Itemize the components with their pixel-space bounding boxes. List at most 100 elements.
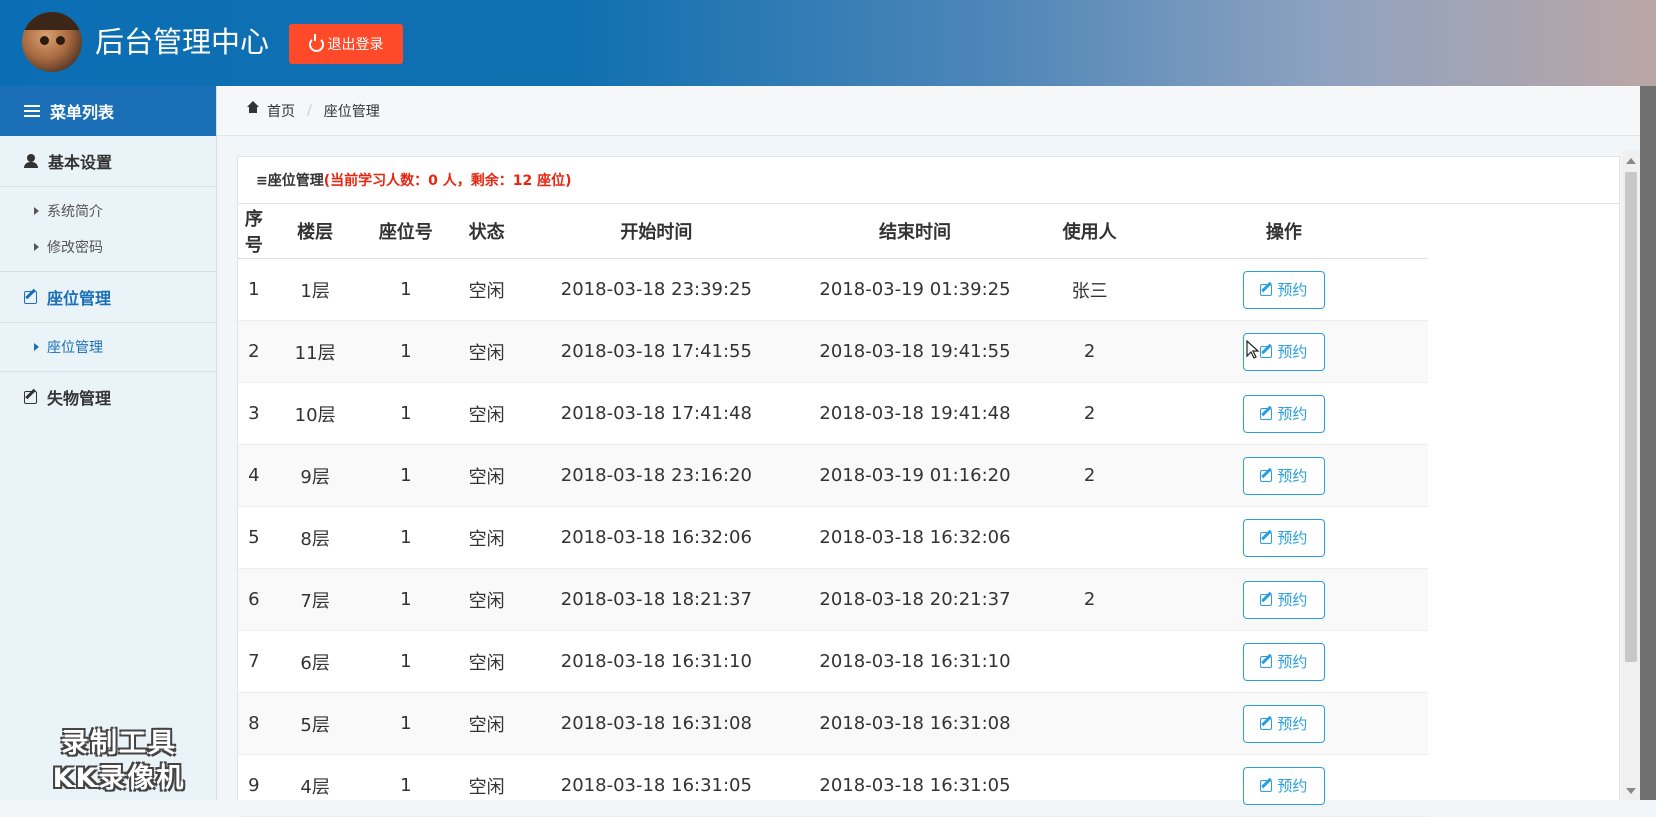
table-cell-floor: 5层	[269, 692, 361, 755]
column-header: 楼层	[269, 204, 361, 259]
table-cell-action: 预约	[1139, 444, 1428, 507]
table-cell-end: 2018-03-18 16:31:08	[790, 692, 1040, 755]
table-cell-no: 7	[238, 630, 270, 693]
table-cell-status: 空闲	[451, 320, 523, 383]
logout-label: 退出登录	[327, 37, 384, 53]
edit-icon	[1260, 593, 1273, 606]
home-icon	[247, 100, 259, 116]
table-cell-start: 2018-03-18 16:31:08	[522, 692, 791, 755]
table-cell-start: 2018-03-18 17:41:48	[522, 382, 791, 445]
table-cell-no: 9	[238, 754, 270, 817]
table-cell-user: 2	[1039, 382, 1140, 445]
table-cell-floor: 11层	[269, 320, 361, 383]
table-cell-start: 2018-03-18 17:41:55	[522, 320, 791, 383]
sidebar-group-label: 座位管理	[47, 289, 112, 308]
sidebar-item-label: 系统简介	[47, 204, 103, 220]
reserve-button[interactable]: 预约	[1242, 270, 1325, 309]
caret-right-icon	[34, 207, 39, 215]
table-cell-status: 空闲	[451, 692, 523, 755]
user-icon	[24, 154, 38, 168]
scroll-down-arrow-icon[interactable]	[1626, 788, 1636, 794]
table-row: 6 7层 1 空闲 2018-03-18 18:21:37 2018-03-18 20:2…	[238, 568, 1428, 631]
table-cell-no: 1	[238, 258, 270, 321]
reserve-button[interactable]: 预约	[1242, 456, 1325, 495]
table-row: 7 6层 1 空闲 2018-03-18 16:31:10 2018-03-18 16:3…	[238, 630, 1428, 693]
avatar	[22, 12, 82, 72]
sidebar-group-label: 失物管理	[47, 389, 112, 408]
sidebar-group-seat-management[interactable]: 座位管理	[0, 272, 216, 323]
edit-icon	[1260, 655, 1273, 668]
reserve-button[interactable]: 预约	[1242, 518, 1325, 557]
breadcrumb-home[interactable]: 首页	[267, 101, 295, 121]
table-cell-no: 8	[238, 692, 270, 755]
sidebar-group-basic-settings[interactable]: 基本设置	[0, 136, 216, 187]
table-row: 4 9层 1 空闲 2018-03-18 23:16:20 2018-03-19 01:1…	[238, 444, 1428, 507]
reserve-button[interactable]: 预约	[1242, 642, 1325, 681]
reserve-label: 预约	[1277, 591, 1308, 609]
table-cell-no: 2	[238, 320, 270, 383]
table-cell-start: 2018-03-18 18:21:37	[522, 568, 791, 631]
reserve-label: 预约	[1277, 777, 1308, 795]
scroll-thumb[interactable]	[1625, 172, 1637, 662]
mouse-cursor-icon	[1246, 340, 1260, 359]
reserve-button[interactable]: 预约	[1242, 704, 1325, 743]
column-header: 操作	[1139, 204, 1428, 259]
edit-icon	[1260, 407, 1273, 420]
table-cell-seat: 1	[360, 382, 452, 445]
column-header: 使用人	[1039, 204, 1140, 259]
edit-icon	[1260, 779, 1273, 792]
table-cell-action: 预约	[1139, 692, 1428, 755]
table-row: 8 5层 1 空闲 2018-03-18 16:31:08 2018-03-18 16:3…	[238, 692, 1428, 755]
reserve-button[interactable]: 预约	[1242, 766, 1325, 805]
edit-icon	[1260, 469, 1273, 482]
scroll-up-arrow-icon[interactable]	[1626, 158, 1636, 164]
table-cell-end: 2018-03-18 19:41:48	[790, 382, 1040, 445]
table-cell-action: 预约	[1139, 506, 1428, 569]
table-cell-end: 2018-03-19 01:39:25	[790, 258, 1040, 321]
table-cell-seat: 1	[360, 754, 452, 817]
caret-right-icon	[34, 243, 39, 251]
logout-button[interactable]: 退出登录	[289, 24, 403, 64]
table-cell-status: 空闲	[451, 754, 523, 817]
table-cell-floor: 4层	[269, 754, 361, 817]
menu-list-title: 菜单列表	[50, 103, 115, 122]
table-cell-floor: 6层	[269, 630, 361, 693]
table-cell-end: 2018-03-19 01:16:20	[790, 444, 1040, 507]
table-cell-no: 4	[238, 444, 270, 507]
table-cell-user	[1039, 754, 1140, 817]
table-cell-floor: 7层	[269, 568, 361, 631]
table-cell-status: 空闲	[451, 382, 523, 445]
table-cell-seat: 1	[360, 506, 452, 569]
scrollbar[interactable]	[1622, 150, 1640, 800]
list-icon	[24, 105, 40, 117]
reserve-button[interactable]: 预约	[1242, 394, 1325, 433]
table-cell-user: 2	[1039, 568, 1140, 631]
watermark-line: KK录像机	[52, 763, 186, 794]
table-cell-action: 预约	[1139, 568, 1428, 631]
table-cell-seat: 1	[360, 258, 452, 321]
table-cell-user	[1039, 630, 1140, 693]
watermark-line: 录制工具	[61, 728, 177, 759]
sidebar-item-system-intro[interactable]: 系统简介	[0, 193, 216, 229]
sidebar-item-label: 修改密码	[47, 240, 103, 256]
table-cell-action: 预约	[1139, 754, 1428, 817]
column-header: 开始时间	[522, 204, 791, 259]
column-header: 结束时间	[790, 204, 1040, 259]
sidebar-item-seat-management[interactable]: 座位管理	[0, 329, 216, 365]
edit-icon	[1260, 717, 1273, 730]
sidebar-group-lost-items[interactable]: 失物管理	[0, 372, 216, 422]
table-cell-end: 2018-03-18 16:31:10	[790, 630, 1040, 693]
top-header: 后台管理中心 退出登录	[0, 0, 1656, 86]
table-row: 1 1层 1 空闲 2018-03-18 23:39:25 2018-03-19 01:3…	[238, 258, 1428, 321]
table-row: 9 4层 1 空闲 2018-03-18 16:31:05 2018-03-18 16:3…	[238, 754, 1428, 817]
table-cell-action: 预约	[1139, 382, 1428, 445]
reserve-button[interactable]: 预约	[1242, 580, 1325, 619]
sidebar-item-change-password[interactable]: 修改密码	[0, 229, 216, 265]
sidebar-group-label: 基本设置	[48, 153, 113, 172]
table-cell-start: 2018-03-18 16:31:05	[522, 754, 791, 817]
table-cell-seat: 1	[360, 630, 452, 693]
table-cell-end: 2018-03-18 16:31:05	[790, 754, 1040, 817]
column-header: 状态	[451, 204, 523, 259]
table-row: 3 10层 1 空闲 2018-03-18 17:41:48 2018-03-18 19:…	[238, 382, 1428, 445]
table-cell-seat: 1	[360, 568, 452, 631]
